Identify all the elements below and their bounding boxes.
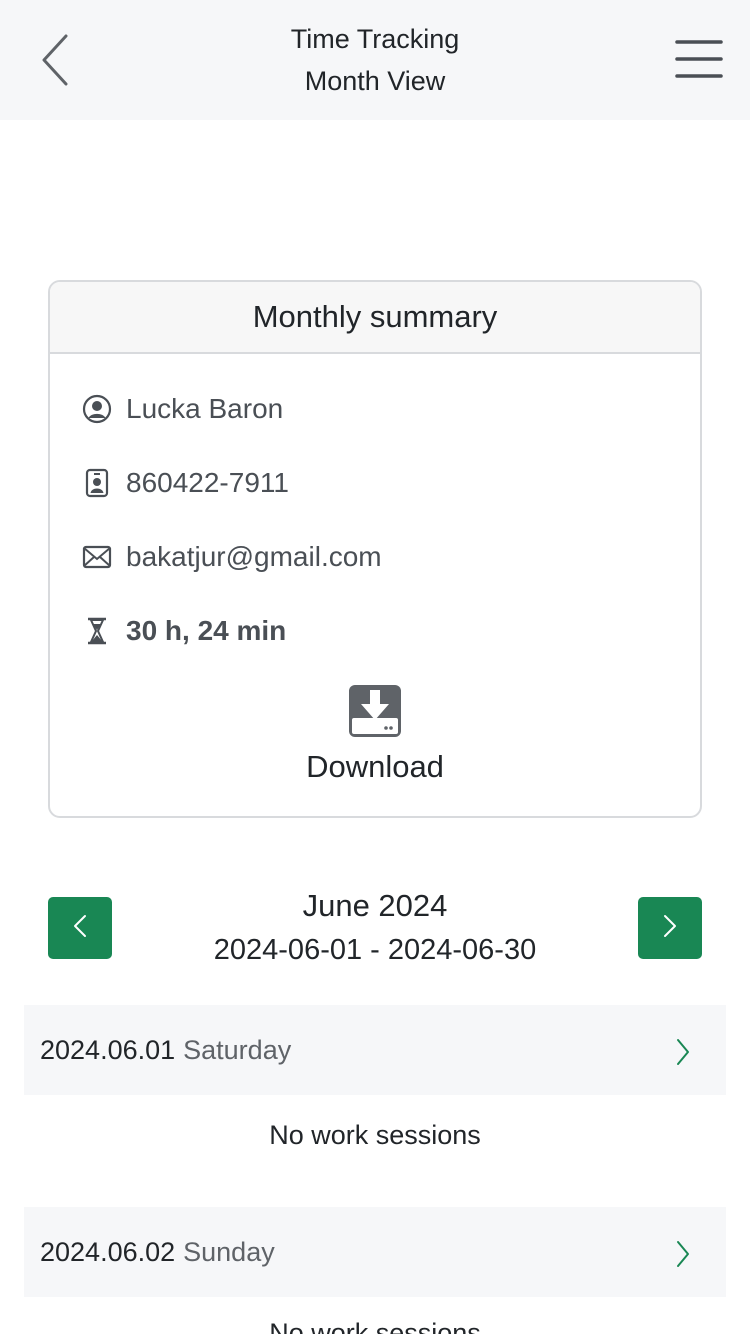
day-row[interactable]: 2024.06.01 Saturday (24, 1005, 726, 1095)
month-date-range: 2024-06-01 - 2024-06-30 (213, 934, 537, 966)
hamburger-menu-icon (675, 39, 723, 84)
no-sessions-text: No work sessions (269, 1318, 481, 1334)
email-address: bakatjur@gmail.com (126, 541, 382, 572)
page-title: Time Tracking Month View (150, 18, 600, 102)
back-button[interactable] (30, 30, 80, 94)
envelope-icon (80, 540, 114, 574)
employee-name-row: Lucka Baron (80, 389, 283, 429)
next-month-button[interactable] (638, 897, 702, 959)
day-date: 2024.06.01 (40, 1034, 176, 1065)
download-label: Download (306, 749, 444, 784)
employee-name: Lucka Baron (126, 393, 284, 424)
total-time: 30 h, 24 min (126, 615, 287, 646)
card-title: Monthly summary (50, 282, 700, 354)
no-sessions-text: No work sessions (269, 1120, 481, 1150)
chevron-right-icon (663, 914, 677, 943)
day-date: 2024.06.02 (40, 1236, 176, 1267)
person-circle-icon (80, 392, 114, 426)
previous-month-button[interactable] (48, 897, 112, 959)
page-title-line1: Time Tracking (290, 24, 460, 54)
id-number-row: 860422-7911 (80, 463, 289, 503)
chevron-right-icon (672, 1239, 692, 1269)
id-number: 860422-7911 (126, 467, 289, 498)
month-title: June 2024 (302, 888, 448, 923)
day-row[interactable]: 2024.06.02 Sunday (24, 1207, 726, 1297)
total-time-row: 30 h, 24 min (80, 611, 286, 651)
day-weekday: Saturday (183, 1034, 292, 1065)
monthly-summary-card: Monthly summary Lucka Baron 860422-7911 … (48, 280, 702, 818)
top-bar: Time Tracking Month View (0, 0, 750, 120)
id-badge-icon (80, 466, 114, 500)
menu-button[interactable] (672, 36, 726, 86)
download-tray-icon (348, 684, 402, 743)
download-button[interactable]: Download (50, 684, 700, 785)
chevron-right-icon (672, 1037, 692, 1067)
hourglass-icon (80, 614, 114, 648)
chevron-left-icon (73, 914, 87, 943)
chevron-left-icon (40, 34, 70, 91)
email-row: bakatjur@gmail.com (80, 537, 382, 577)
month-navigation: June 2024 2024-06-01 - 2024-06-30 (0, 880, 750, 980)
day-weekday: Sunday (183, 1236, 275, 1267)
page-title-line2: Month View (304, 66, 446, 96)
